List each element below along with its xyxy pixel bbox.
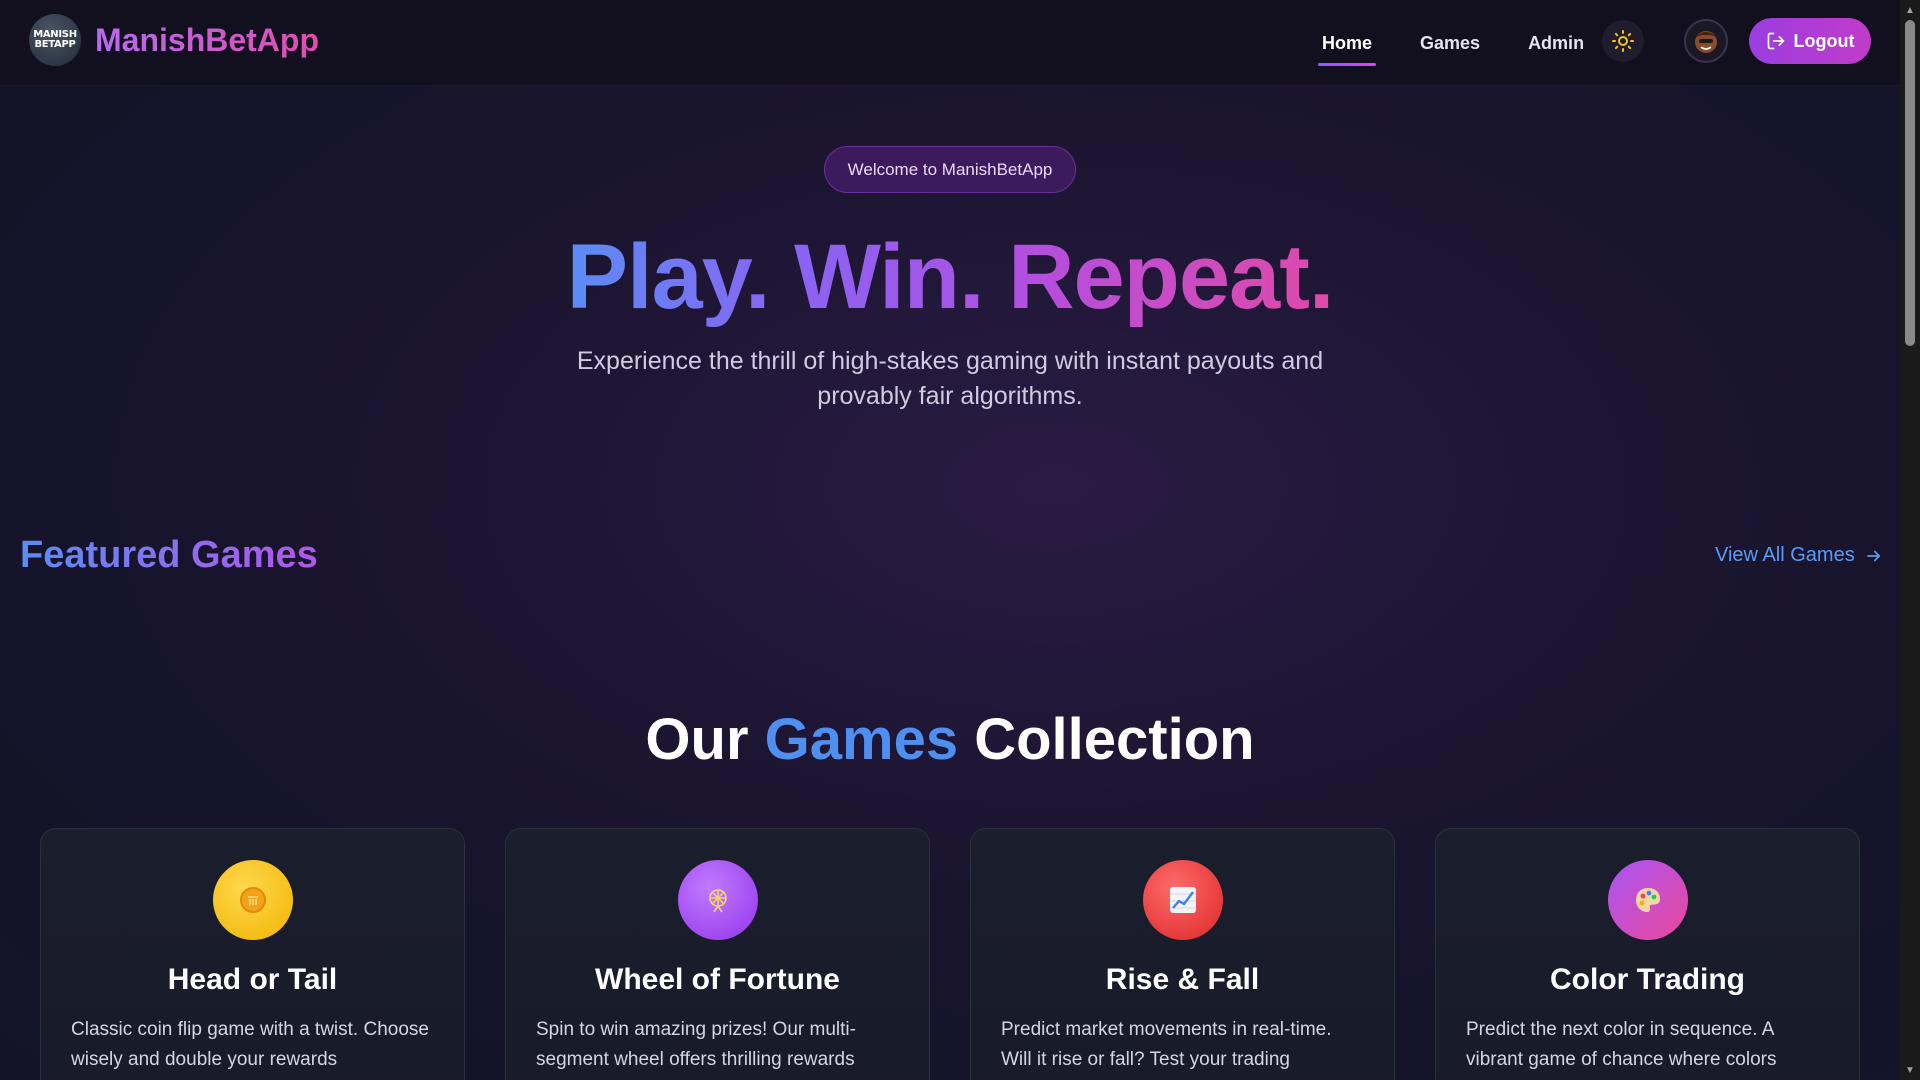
collection-title-post: Collection [958, 707, 1255, 772]
game-card-rise-and-fall[interactable]: Rise & Fall Predict market movements in … [970, 828, 1395, 1080]
logout-label: Logout [1793, 30, 1855, 51]
arrow-right-icon [1866, 550, 1880, 561]
game-description: Predict market movements in real-time. W… [1001, 1019, 1332, 1070]
logout-button[interactable]: Logout [1749, 18, 1871, 64]
palette-icon [1608, 860, 1688, 940]
game-title: Color Trading [1550, 963, 1745, 996]
theme-toggle-button[interactable] [1602, 20, 1644, 62]
game-title: Head or Tail [167, 963, 338, 996]
page: MANISH BETAPP ManishBetApp Home Games Ad… [0, 0, 1900, 1080]
chart-up-icon [1143, 860, 1223, 940]
game-description: Predict the next color in sequence. A vi… [1466, 1019, 1777, 1070]
coin-icon [213, 860, 293, 940]
brand[interactable]: MANISH BETAPP ManishBetApp [29, 14, 319, 66]
nav-link-home[interactable]: Home [1318, 27, 1377, 66]
nav-links: Home Games Admin [1318, 0, 1628, 86]
featured-games-heading: Featured Games [20, 534, 318, 576]
hero-subtitle: Experience the thrill of high-stakes gam… [576, 347, 1324, 410]
brand-name[interactable]: ManishBetApp [95, 22, 319, 59]
collection-title-pre: Our [645, 707, 765, 772]
nav-link-admin[interactable]: Admin [1524, 27, 1588, 60]
game-card-color-trading[interactable]: Color Trading Predict the next color in … [1435, 828, 1860, 1080]
game-card-head-or-tail[interactable]: Head or Tail Classic coin flip game with… [40, 828, 465, 1080]
nav-link-games[interactable]: Games [1416, 27, 1484, 60]
logo-line-2: BETAPP [34, 39, 76, 50]
navbar: MANISH BETAPP ManishBetApp Home Games Ad… [0, 0, 1900, 86]
view-all-label: View All Games [1715, 544, 1855, 566]
hero-word-3: Repeat. [1008, 226, 1334, 328]
hero-word-2: Win. [794, 226, 984, 328]
vertical-scrollbar[interactable]: ▲ ▼ [1900, 0, 1920, 1080]
user-avatar[interactable] [1684, 19, 1728, 63]
scroll-thumb[interactable] [1905, 20, 1915, 346]
scroll-up-arrow[interactable]: ▲ [1900, 0, 1920, 20]
game-description: Classic coin flip game with a twist. Cho… [71, 1019, 429, 1070]
hero-word-1: Play. [566, 226, 771, 328]
hero-title: Play. Win. Repeat. [0, 222, 1900, 332]
collection-title-accent: Games [764, 707, 959, 772]
welcome-badge: Welcome to ManishBetApp [824, 146, 1076, 193]
logout-icon [1767, 32, 1784, 50]
game-title: Rise & Fall [1105, 963, 1260, 996]
avatar-icon [1695, 31, 1717, 53]
game-title: Wheel of Fortune [595, 963, 840, 996]
game-card-wheel-of-fortune[interactable]: Wheel of Fortune Spin to win amazing pri… [505, 828, 930, 1080]
scroll-down-arrow[interactable]: ▼ [1900, 1060, 1920, 1080]
games-grid: Head or Tail Classic coin flip game with… [40, 828, 1862, 1080]
view-all-games-link[interactable]: View All Games [1715, 544, 1883, 567]
sun-icon [1612, 30, 1634, 52]
brand-logo[interactable]: MANISH BETAPP [29, 14, 81, 66]
ferris-wheel-icon [678, 860, 758, 940]
game-description: Spin to win amazing prizes! Our multi-se… [536, 1019, 856, 1070]
games-collection-heading: Our Games Collection [0, 706, 1900, 773]
